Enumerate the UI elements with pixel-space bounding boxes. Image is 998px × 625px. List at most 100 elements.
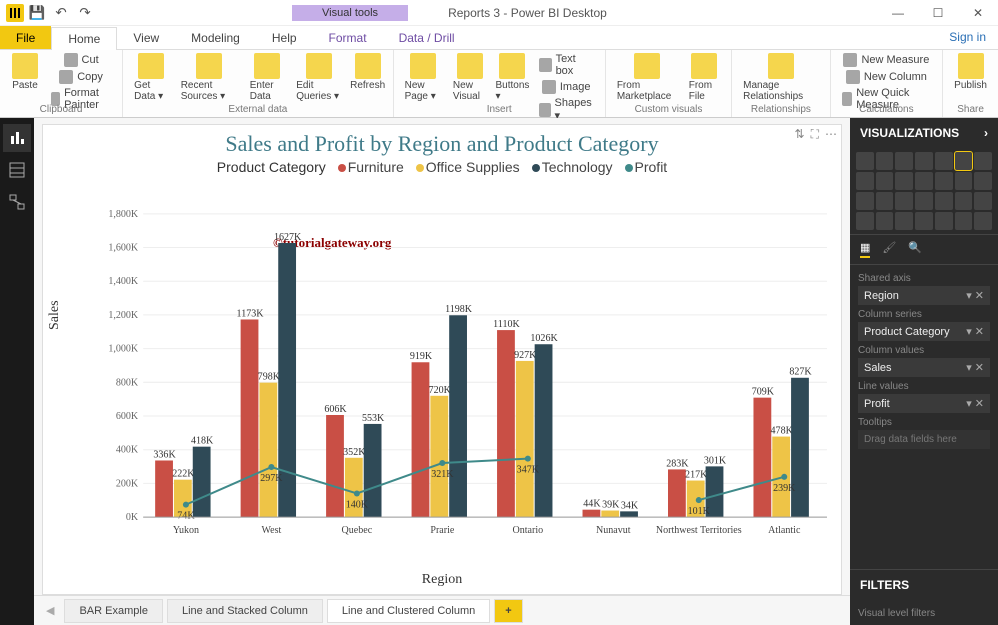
svg-text:1,400K: 1,400K bbox=[108, 276, 139, 287]
viz-ribbon-icon[interactable] bbox=[915, 172, 933, 190]
svg-text:400K: 400K bbox=[116, 445, 139, 456]
get-data-button[interactable]: Get Data ▾ bbox=[131, 52, 172, 103]
page-nav-prev[interactable]: ◀ bbox=[40, 599, 60, 622]
copy-button[interactable]: Copy bbox=[48, 69, 114, 85]
tab-file[interactable]: File bbox=[0, 26, 51, 49]
new-visual-button[interactable]: New Visual bbox=[450, 52, 490, 103]
viz-line-icon[interactable] bbox=[856, 172, 874, 190]
page-tab-2[interactable]: Line and Stacked Column bbox=[167, 599, 323, 623]
from-file-button[interactable]: From File bbox=[686, 52, 723, 103]
viz-donut-icon[interactable] bbox=[856, 192, 874, 210]
chevron-right-icon[interactable]: › bbox=[984, 126, 988, 140]
page-tab-1[interactable]: BAR Example bbox=[64, 599, 162, 623]
more-icon[interactable]: ⋯ bbox=[825, 127, 837, 142]
viz-pie-icon[interactable] bbox=[974, 172, 992, 190]
drill-icon[interactable]: ⇅ bbox=[795, 127, 805, 142]
close-button[interactable]: ✕ bbox=[958, 0, 998, 25]
page-tab-add[interactable]: + bbox=[494, 599, 522, 623]
panel-title-text: VISUALIZATIONS bbox=[860, 126, 959, 140]
shared-axis-field[interactable]: Region▾ ✕ bbox=[858, 286, 990, 305]
image-button[interactable]: Image bbox=[536, 79, 597, 95]
viz-stacked-column-icon[interactable] bbox=[895, 152, 913, 170]
remove-icon[interactable]: ▾ ✕ bbox=[966, 397, 984, 410]
data-view-button[interactable] bbox=[3, 156, 31, 184]
legend-office: Office Supplies bbox=[426, 159, 520, 175]
viz-filled-map-icon[interactable] bbox=[915, 192, 933, 210]
manage-relationships-button[interactable]: Manage Relationships bbox=[740, 52, 821, 103]
viz-line-stacked-column-icon[interactable] bbox=[974, 152, 992, 170]
legend-dot-office bbox=[416, 164, 424, 172]
svg-text:44K: 44K bbox=[583, 499, 601, 510]
new-measure-button[interactable]: New Measure bbox=[839, 52, 935, 68]
viz-kpi-icon[interactable] bbox=[876, 212, 894, 230]
edit-queries-button[interactable]: Edit Queries ▾ bbox=[293, 52, 344, 103]
column-values-field[interactable]: Sales▾ ✕ bbox=[858, 358, 990, 377]
viz-table-icon[interactable] bbox=[915, 212, 933, 230]
chart-legend: Product Category Furniture Office Suppli… bbox=[43, 159, 841, 175]
sign-in-link[interactable]: Sign in bbox=[937, 26, 998, 49]
redo-icon[interactable]: ↷ bbox=[74, 2, 96, 24]
fields-tab[interactable]: ▦ bbox=[860, 241, 870, 258]
viz-slicer-icon[interactable] bbox=[895, 212, 913, 230]
report-view-button[interactable] bbox=[3, 124, 31, 152]
viz-treemap-icon[interactable] bbox=[876, 192, 894, 210]
plot-area: 0K200K400K600K800K1,000K1,200K1,400K1,60… bbox=[98, 195, 831, 552]
undo-icon[interactable]: ↶ bbox=[50, 2, 72, 24]
refresh-button[interactable]: Refresh bbox=[351, 52, 385, 92]
tooltips-placeholder[interactable]: Drag data fields here bbox=[858, 430, 990, 449]
svg-text:200K: 200K bbox=[116, 478, 139, 489]
new-page-button[interactable]: New Page ▾ bbox=[402, 52, 444, 103]
remove-icon[interactable]: ▾ ✕ bbox=[966, 325, 984, 338]
minimize-button[interactable]: — bbox=[878, 0, 918, 25]
viz-gauge-icon[interactable] bbox=[955, 192, 973, 210]
viz-100-bar-icon[interactable] bbox=[935, 152, 953, 170]
svg-text:1,600K: 1,600K bbox=[108, 243, 139, 254]
viz-funnel-icon[interactable] bbox=[935, 192, 953, 210]
viz-card-icon[interactable] bbox=[974, 192, 992, 210]
paste-button[interactable]: Paste bbox=[8, 52, 42, 92]
viz-multi-card-icon[interactable] bbox=[856, 212, 874, 230]
textbox-button[interactable]: Text box bbox=[536, 52, 597, 78]
chart-visual[interactable]: ⇅ ⛶ ⋯ Sales and Profit by Region and Pro… bbox=[42, 124, 842, 595]
viz-clustered-column-icon[interactable] bbox=[915, 152, 933, 170]
publish-button[interactable]: Publish bbox=[951, 52, 990, 92]
viz-map-icon[interactable] bbox=[895, 192, 913, 210]
tab-data-drill[interactable]: Data / Drill bbox=[383, 26, 471, 49]
format-tab[interactable]: 🖌 bbox=[882, 241, 896, 258]
tab-view[interactable]: View bbox=[117, 26, 175, 49]
recent-sources-button[interactable]: Recent Sources ▾ bbox=[178, 52, 241, 103]
page-tab-3[interactable]: Line and Clustered Column bbox=[327, 599, 490, 623]
tab-modeling[interactable]: Modeling bbox=[175, 26, 256, 49]
cut-button[interactable]: Cut bbox=[48, 52, 114, 68]
remove-icon[interactable]: ▾ ✕ bbox=[966, 289, 984, 302]
viz-line-clustered-column-icon[interactable] bbox=[955, 152, 973, 170]
remove-icon[interactable]: ▾ ✕ bbox=[966, 361, 984, 374]
maximize-button[interactable]: ☐ bbox=[918, 0, 958, 25]
svg-text:1627K: 1627K bbox=[274, 232, 302, 243]
from-marketplace-button[interactable]: From Marketplace bbox=[614, 52, 680, 103]
line-values-field[interactable]: Profit▾ ✕ bbox=[858, 394, 990, 413]
column-series-field[interactable]: Product Category▾ ✕ bbox=[858, 322, 990, 341]
shared-axis-label: Shared axis bbox=[858, 273, 990, 284]
new-column-button[interactable]: New Column bbox=[839, 69, 935, 85]
save-icon[interactable]: 💾 bbox=[26, 2, 48, 24]
model-view-button[interactable] bbox=[3, 188, 31, 216]
tab-home[interactable]: Home bbox=[51, 27, 117, 50]
tab-format[interactable]: Format bbox=[313, 26, 383, 49]
tab-help[interactable]: Help bbox=[256, 26, 313, 49]
viz-stacked-area-icon[interactable] bbox=[895, 172, 913, 190]
analytics-tab[interactable]: 🔍 bbox=[908, 241, 922, 258]
viz-clustered-bar-icon[interactable] bbox=[876, 152, 894, 170]
copy-icon bbox=[59, 70, 73, 84]
viz-waterfall-icon[interactable] bbox=[935, 172, 953, 190]
ribbon-group-clipboard: Paste Cut Copy Format Painter Clipboard bbox=[0, 50, 123, 117]
enter-data-button[interactable]: Enter Data bbox=[247, 52, 288, 103]
viz-area-icon[interactable] bbox=[876, 172, 894, 190]
viz-stacked-bar-icon[interactable] bbox=[856, 152, 874, 170]
viz-matrix-icon[interactable] bbox=[935, 212, 953, 230]
viz-r-icon[interactable] bbox=[955, 212, 973, 230]
viz-custom-icon[interactable] bbox=[974, 212, 992, 230]
buttons-button[interactable]: Buttons ▾ bbox=[495, 52, 529, 103]
focus-icon[interactable]: ⛶ bbox=[811, 127, 819, 142]
viz-scatter-icon[interactable] bbox=[955, 172, 973, 190]
